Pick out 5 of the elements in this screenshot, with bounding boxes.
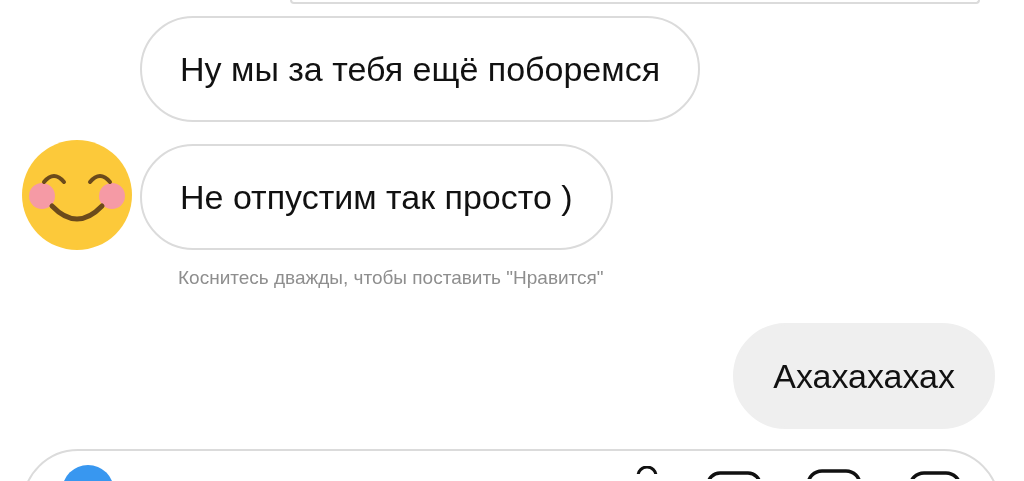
message-bubble: Не отпустим так просто ): [140, 144, 613, 250]
camera-button[interactable]: [62, 464, 114, 481]
like-hint: Коснитесь дважды, чтобы поставить "Нравится": [178, 266, 605, 290]
message-bubble: Ахахахахах: [733, 322, 995, 429]
message-bubble: Ну мы за тебя ещё поборемся: [140, 16, 701, 122]
